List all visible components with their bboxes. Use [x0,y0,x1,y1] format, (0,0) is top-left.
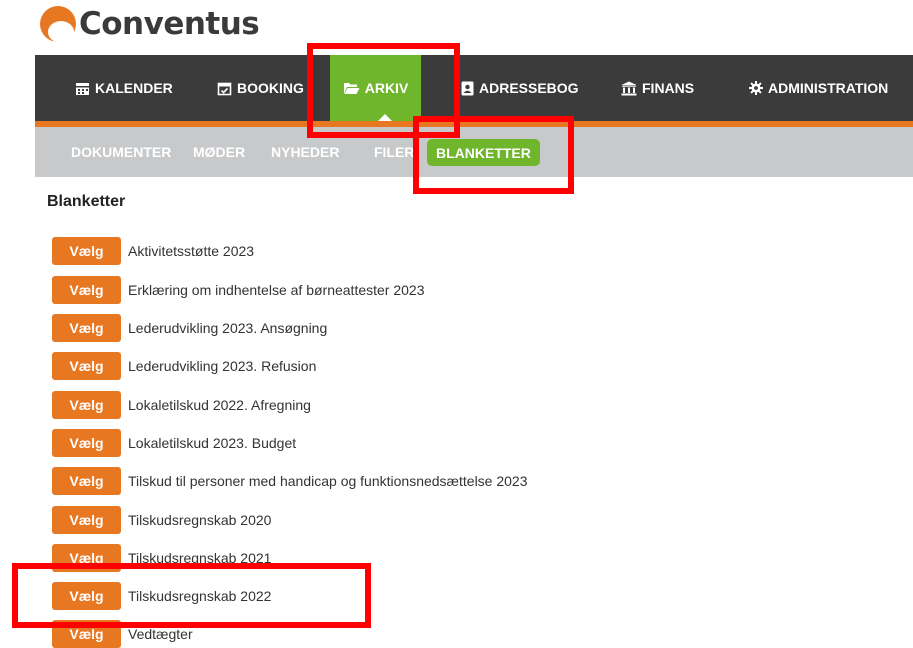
choose-button[interactable]: Vælg [52,237,121,265]
list-item: Vælg Aktivitetsstøtte 2023 [52,237,254,265]
logo[interactable]: Conventus [40,4,260,44]
choose-button[interactable]: Vælg [52,276,121,304]
form-label: Vedtægter [128,626,193,642]
list-item: Vælg Vedtægter [52,620,193,648]
gear-icon [749,81,763,95]
choose-button[interactable]: Vælg [52,314,121,342]
form-label: Tilskudsregnskab 2021 [128,550,272,566]
list-item: Vælg Lokaletilskud 2023. Budget [52,429,296,457]
conventus-logo-icon [40,6,76,42]
nav-item-kalender[interactable]: KALENDER [75,55,173,121]
list-item: Vælg Lederudvikling 2023. Refusion [52,352,316,380]
choose-button[interactable]: Vælg [52,506,121,534]
choose-button[interactable]: Vælg [52,429,121,457]
choose-button[interactable]: Vælg [52,620,121,648]
list-item: Vælg Lederudvikling 2023. Ansøgning [52,314,327,342]
active-nav-caret [378,114,392,121]
calendar-icon [75,81,90,96]
bank-icon [621,81,637,96]
list-item: Vælg Lokaletilskud 2022. Afregning [52,391,311,419]
calendar-check-icon [217,81,232,96]
sub-nav: DOKUMENTER MØDER NYHEDER FILER BLANKETTE… [35,127,913,177]
nav-item-label: BOOKING [237,80,304,96]
form-label: Tilskudsregnskab 2020 [128,512,272,528]
nav-item-label: KALENDER [95,80,173,96]
form-label: Erklæring om indhentelse af børneatteste… [128,282,425,298]
subnav-item-blanketter[interactable]: BLANKETTER [427,139,540,166]
choose-button[interactable]: Vælg [52,582,121,610]
address-book-icon [461,81,474,96]
nav-item-label: ARKIV [364,80,409,96]
nav-item-label: ADRESSEBOG [479,80,579,96]
logo-text: Conventus [79,6,260,42]
nav-item-label: ADMINISTRATION [768,80,889,96]
nav-item-finans[interactable]: FINANS [621,55,694,121]
nav-item-arkiv[interactable]: ARKIV [330,55,421,121]
nav-item-label: FINANS [642,80,695,96]
subnav-item-filer[interactable]: FILER [374,127,414,177]
list-item: Vælg Erklæring om indhentelse af børneat… [52,276,425,304]
choose-button[interactable]: Vælg [52,391,121,419]
subnav-item-moder[interactable]: MØDER [193,127,245,177]
nav-item-administration[interactable]: ADMINISTRATION [749,55,888,121]
form-label: Lederudvikling 2023. Ansøgning [128,320,328,336]
list-item: Vælg Tilskud til personer med handicap o… [52,467,528,495]
choose-button[interactable]: Vælg [52,544,121,572]
page-title: Blanketter [47,193,126,210]
choose-button[interactable]: Vælg [52,352,121,380]
choose-button[interactable]: Vælg [52,467,121,495]
form-label: Lokaletilskud 2022. Afregning [128,397,311,413]
list-item: Vælg Tilskudsregnskab 2022 [52,582,271,610]
main-nav: KALENDER BOOKING ARKIV ADRESSEBOG FINANS… [35,55,913,121]
form-label: Aktivitetsstøtte 2023 [128,243,255,259]
subnav-item-dokumenter[interactable]: DOKUMENTER [71,127,171,177]
form-label: Tilskud til personer med handicap og fun… [128,473,528,489]
list-item: Vælg Tilskudsregnskab 2020 [52,506,271,534]
list-item: Vælg Tilskudsregnskab 2021 [52,544,271,572]
form-label: Tilskudsregnskab 2022 [128,588,272,604]
form-label: Lederudvikling 2023. Refusion [128,358,317,374]
subnav-item-nyheder[interactable]: NYHEDER [271,127,339,177]
nav-item-adressebog[interactable]: ADRESSEBOG [461,55,579,121]
folder-open-icon [343,81,360,95]
form-label: Lokaletilskud 2023. Budget [128,435,297,451]
nav-item-booking[interactable]: BOOKING [217,55,304,121]
